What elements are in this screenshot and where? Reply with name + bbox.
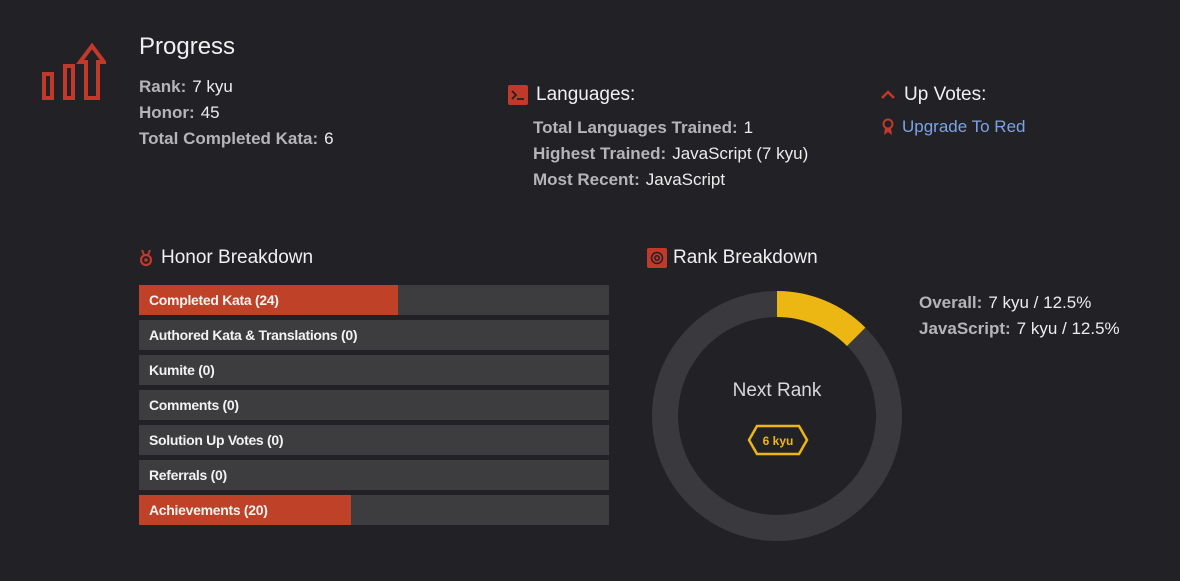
languages-stats: Total Languages Trained: 1 Highest Traine… [533,115,808,193]
progress-stats: Rank: 7 kyu Honor: 45 Total Completed Kata… [139,74,334,152]
honor-bar-label: Kumite (0) [149,362,215,378]
most-recent-label: Most Recent: [533,170,640,189]
honor-bar-achievements: Achievements (20) [139,495,609,525]
progress-chart-icon [42,42,106,100]
target-icon [647,248,667,268]
rank-stats: Overall: 7 kyu / 12.5% JavaScript: 7 kyu /… [919,290,1120,342]
honor-bar-kumite: Kumite (0) [139,355,609,385]
rank-row: Rank: 7 kyu [139,74,334,100]
honor-bar-label: Achievements (20) [149,502,268,518]
honor-bar-authored-kata: Authored Kata & Translations (0) [139,320,609,350]
highest-trained-value: JavaScript (7 kyu) [672,144,809,163]
honor-bar-label: Comments (0) [149,397,239,413]
most-recent-row: Most Recent: JavaScript [533,167,808,193]
honor-bar-label: Authored Kata & Translations (0) [149,327,358,343]
next-rank-label: Next Rank [732,380,822,401]
donut-progress-arc [776,291,866,347]
upvotes-heading: Up Votes: [880,84,986,106]
honor-breakdown-heading: Honor Breakdown [139,247,313,269]
honor-bar-label: Solution Up Votes (0) [149,432,284,448]
total-languages-value: 1 [743,118,754,137]
total-languages-label: Total Languages Trained: [533,118,738,137]
languages-title: Languages: [536,84,636,105]
overall-rank-label: Overall: [919,293,983,312]
javascript-rank-value: 7 kyu / 12.5% [1016,319,1120,338]
ribbon-icon [882,118,894,135]
upgrade-to-red-link[interactable]: Upgrade To Red [882,117,1026,137]
rank-breakdown-heading: Rank Breakdown [647,247,818,269]
highest-trained-label: Highest Trained: [533,144,667,163]
terminal-icon [508,85,528,105]
honor-breakdown-title: Honor Breakdown [161,247,314,268]
honor-bar-completed-kata: Completed Kata (24) [139,285,609,315]
honor-value: 45 [200,103,220,122]
honor-breakdown-bars: Completed Kata (24) Authored Kata & Tran… [139,285,609,530]
javascript-rank-label: JavaScript: [919,319,1011,338]
donut-track [652,291,902,541]
rank-breakdown-title: Rank Breakdown [673,247,818,268]
languages-heading: Languages: [508,84,635,106]
completed-label: Total Completed Kata: [139,129,319,148]
completed-value: 6 [324,129,334,148]
upgrade-link-label: Upgrade To Red [902,117,1026,136]
honor-bar-comments: Comments (0) [139,390,609,420]
chevron-up-icon [881,90,895,99]
next-rank-badge: 6 kyu [747,424,809,456]
rank-label: Rank: [139,77,187,96]
next-rank-badge-text: 6 kyu [763,434,794,448]
honor-bar-referrals: Referrals (0) [139,460,609,490]
medal-icon [139,249,153,267]
honor-label: Honor: [139,103,195,122]
overall-rank-value: 7 kyu / 12.5% [988,293,1092,312]
honor-row: Honor: 45 [139,100,334,126]
highest-trained-row: Highest Trained: JavaScript (7 kyu) [533,141,808,167]
rank-value: 7 kyu [192,77,233,96]
honor-bar-label: Referrals (0) [149,467,227,483]
honor-bar-label: Completed Kata (24) [149,292,279,308]
completed-row: Total Completed Kata: 6 [139,126,334,152]
javascript-rank-row: JavaScript: 7 kyu / 12.5% [919,316,1120,342]
rank-progress-donut [652,291,902,541]
honor-bar-solution-up-votes: Solution Up Votes (0) [139,425,609,455]
progress-title: Progress [139,33,236,60]
most-recent-value: JavaScript [645,170,726,189]
upvotes-title: Up Votes: [904,84,987,105]
total-languages-row: Total Languages Trained: 1 [533,115,808,141]
overall-rank-row: Overall: 7 kyu / 12.5% [919,290,1120,316]
